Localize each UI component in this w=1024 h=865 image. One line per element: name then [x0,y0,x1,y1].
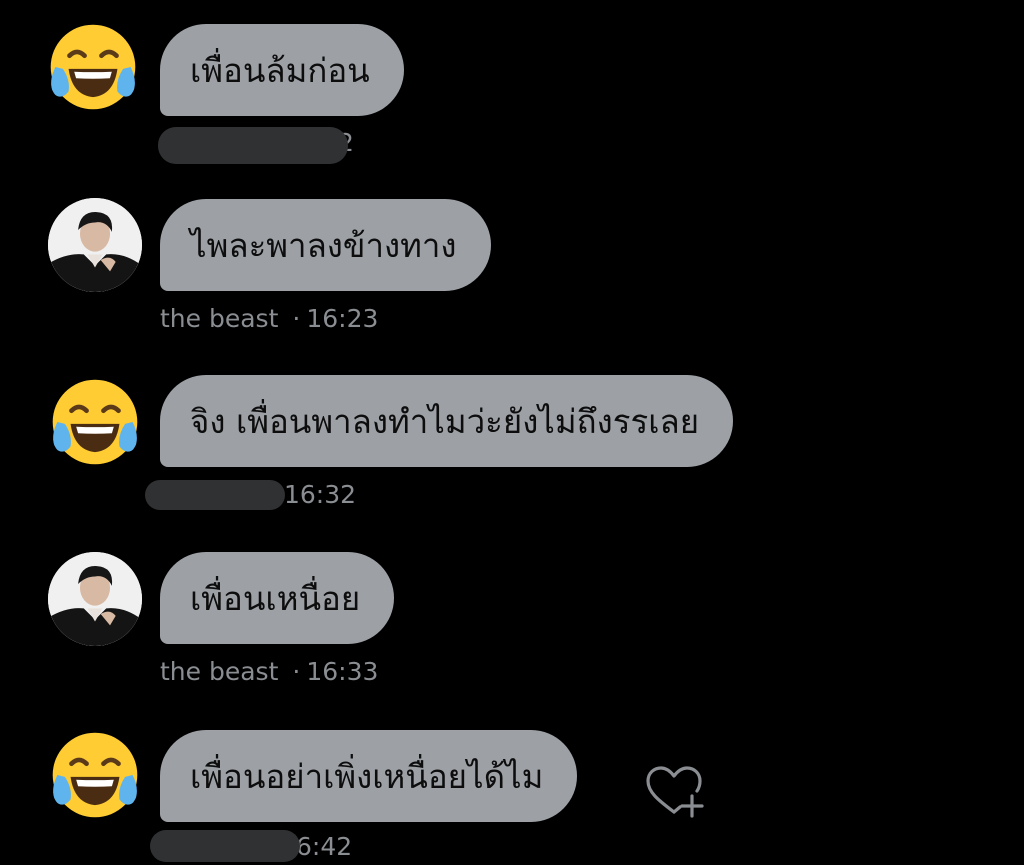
message-text: ไพละพาลงข้างทาง [190,225,457,265]
message-meta: the beast · 16:33 [160,655,378,687]
face-with-tears-of-joy-icon[interactable] [46,20,140,114]
sender-name: the beast [160,303,279,333]
message-bubble[interactable]: เพื่อนเหนื่อย [160,552,395,644]
message-bubble[interactable]: เพื่อนล้มก่อน [160,24,404,116]
redacted-sender [158,127,348,164]
message-text: เพื่อนเหนื่อย [190,578,361,618]
message-bubble[interactable]: จิง เพื่อนพาลงทำไมว่ะยังไม่ถึงรรเลย [160,375,734,467]
message-text: เพื่อนอย่าเพิ่งเหนื่อยได้ไม [190,756,544,796]
avatar[interactable] [48,198,142,292]
message-text: เพื่อนล้มก่อน [190,50,370,90]
message-timestamp: 6:42 [296,832,353,861]
meta-separator: · [292,303,301,333]
message-timestamp: 16:33 [306,656,379,686]
redacted-sender [145,480,285,510]
message-text: จิง เพื่อนพาลงทำไมว่ะยังไม่ถึงรรเลย [190,401,700,441]
redacted-sender [150,830,300,862]
face-with-tears-of-joy-icon[interactable] [48,375,142,469]
message-timestamp: 16:23 [306,303,379,333]
message-bubble[interactable]: ไพละพาลงข้างทาง [160,199,491,291]
message-timestamp: 16:32 [284,480,357,509]
dm-conversation-thread: เพื่อนล้มก่อน 2 ไพละพาลงข้างทาง the beas… [0,0,1024,865]
avatar[interactable] [48,552,142,646]
face-with-tears-of-joy-icon[interactable] [48,728,142,822]
message-meta: the beast · 16:23 [160,302,378,334]
sender-name: the beast [160,656,279,686]
add-reaction-heart-icon[interactable] [644,764,704,820]
meta-separator: · [292,656,301,686]
message-bubble[interactable]: เพื่อนอย่าเพิ่งเหนื่อยได้ไม [160,730,578,822]
